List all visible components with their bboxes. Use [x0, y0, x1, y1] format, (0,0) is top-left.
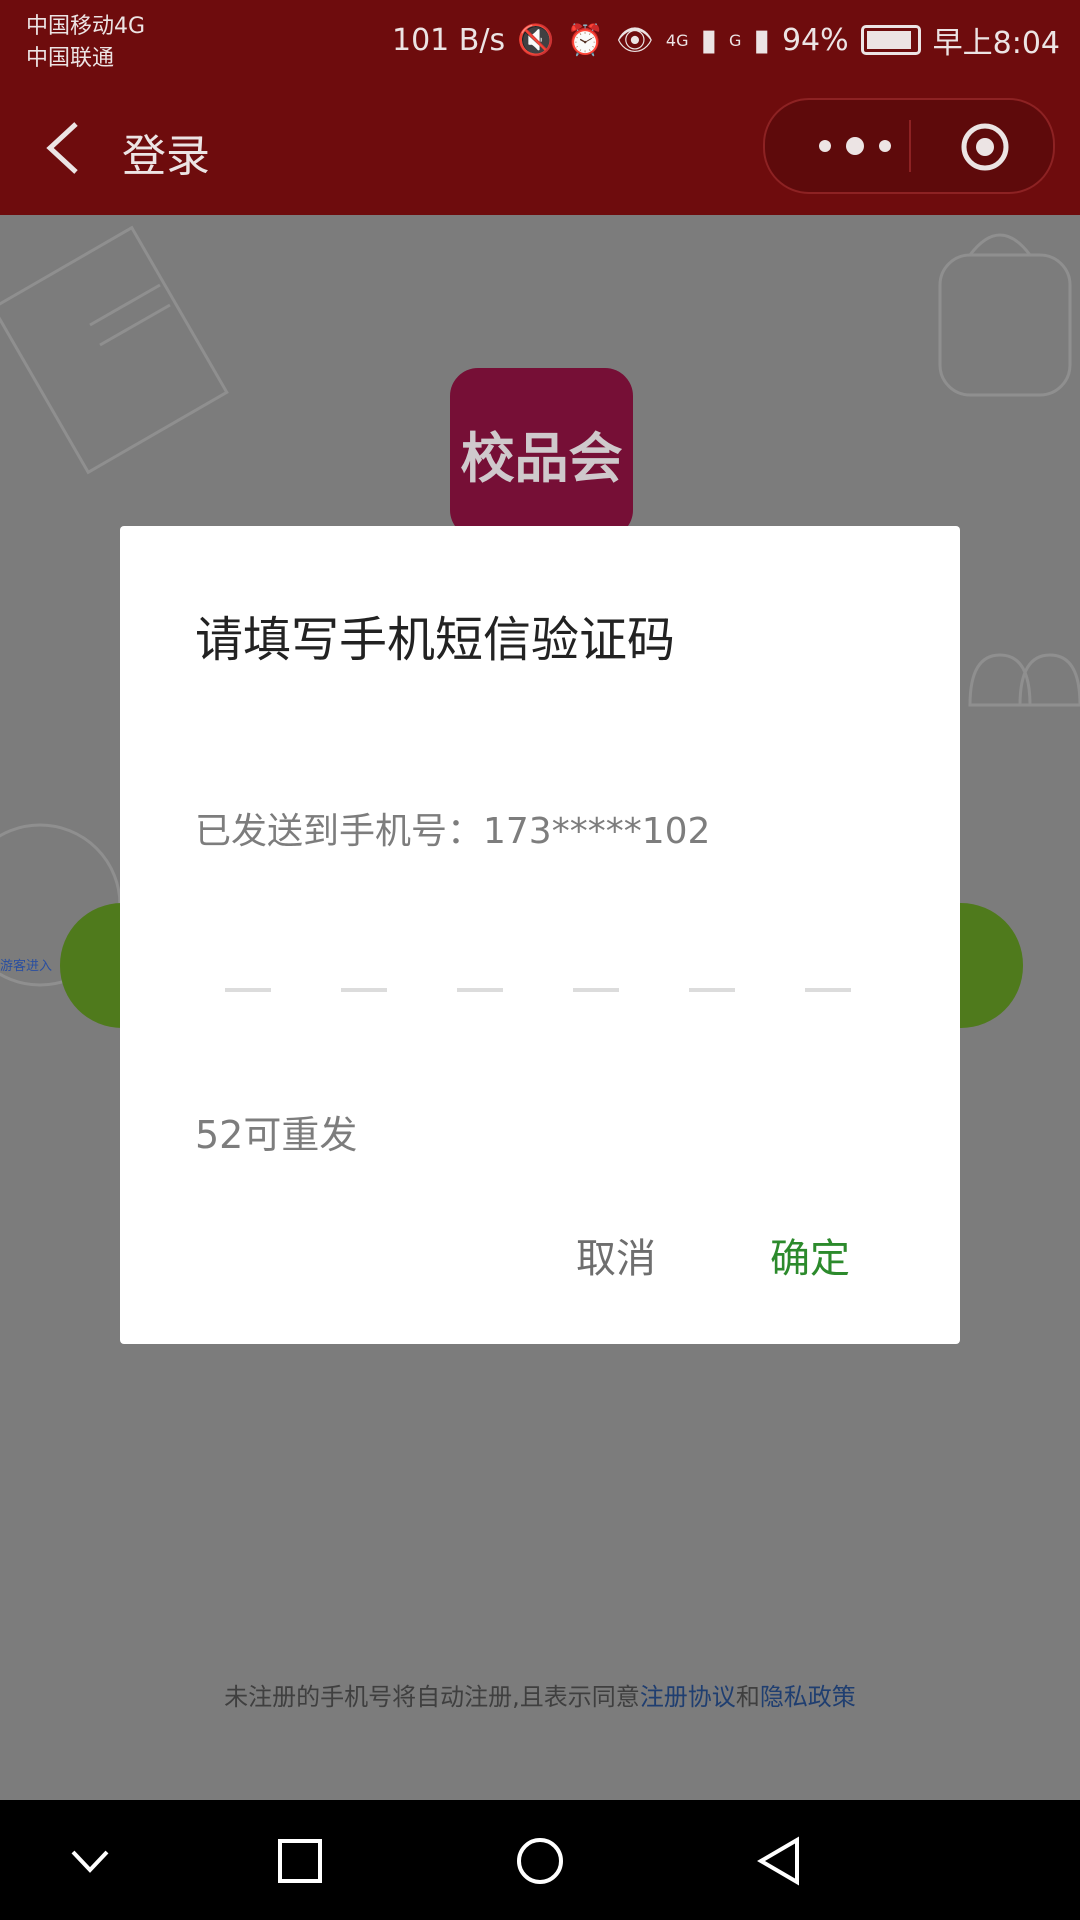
register-agreement-link[interactable]: 注册协议 — [640, 1683, 736, 1711]
code-input[interactable] — [225, 988, 855, 992]
chevron-left-icon[interactable] — [38, 118, 98, 178]
dialog-title: 请填写手机短信验证码 — [195, 612, 676, 668]
code-digit-slot[interactable] — [225, 988, 271, 992]
mute-icon: 🔇 — [517, 22, 555, 58]
signal-icon: ▮ — [700, 22, 718, 58]
signal-4g-label: 4G — [665, 30, 689, 50]
alarm-icon: ⏰ — [566, 22, 604, 58]
guest-link[interactable]: 游客进入 — [0, 955, 52, 974]
clock: 早上8:04 — [932, 26, 1060, 61]
cancel-button[interactable]: 取消 — [576, 1226, 656, 1284]
page-title: 登录 — [122, 131, 210, 182]
notebook-doodle-icon — [0, 225, 229, 475]
code-digit-slot[interactable] — [573, 988, 619, 992]
code-digit-slot[interactable] — [689, 988, 735, 992]
sms-code-dialog: 请填写手机短信验证码 已发送到手机号：173*****102 52可重发 取消 … — [120, 526, 960, 1344]
carrier-label-secondary: 中国联通 — [26, 46, 115, 71]
sent-to-phone-text: 已发送到手机号：173*****102 — [195, 811, 711, 852]
code-digit-slot[interactable] — [457, 988, 503, 992]
back-triangle-icon[interactable] — [755, 1836, 805, 1886]
agreement-joiner: 和 — [735, 1683, 760, 1711]
capsule-close-icon[interactable] — [960, 122, 1010, 172]
signal-icon-secondary: ▮ — [753, 22, 770, 58]
hide-keyboard-icon[interactable] — [65, 1836, 115, 1886]
more-dots-icon[interactable] — [805, 126, 905, 166]
privacy-policy-link[interactable]: 隐私政策 — [760, 1683, 856, 1711]
backpack-doodle-icon — [938, 233, 1072, 397]
code-digit-slot[interactable] — [805, 988, 851, 992]
code-digit-slot[interactable] — [341, 988, 387, 992]
signal-g-label: G — [729, 30, 742, 50]
net-speed: 101 B/s — [391, 22, 506, 58]
resend-countdown: 52可重发 — [195, 1113, 358, 1157]
battery-percent: 94% — [781, 22, 849, 58]
home-icon[interactable] — [515, 1836, 565, 1886]
status-bar: 中国移动4G 中国联通 101 B/s 🔇 ⏰ 👁 4G ▮ G ▮ 94% 早… — [0, 0, 1080, 80]
agreement-text: 未注册的手机号将自动注册,且表示同意注册协议和隐私政策 — [0, 1677, 1080, 1712]
agreement-prefix: 未注册的手机号将自动注册,且表示同意 — [224, 1683, 640, 1711]
school-bag-doodle-icon — [968, 653, 1080, 707]
capsule-divider — [909, 120, 911, 172]
confirm-button[interactable]: 确定 — [770, 1226, 850, 1284]
eye-icon: 👁 — [615, 22, 654, 58]
battery-icon — [860, 25, 921, 55]
app-logo: 校品会 — [450, 368, 633, 538]
nav-header: 登录 — [0, 80, 1080, 215]
carrier-label: 中国移动4G — [26, 14, 146, 39]
miniprogram-capsule — [763, 98, 1055, 194]
recents-icon[interactable] — [275, 1836, 325, 1886]
system-nav-bar — [0, 1800, 1080, 1920]
